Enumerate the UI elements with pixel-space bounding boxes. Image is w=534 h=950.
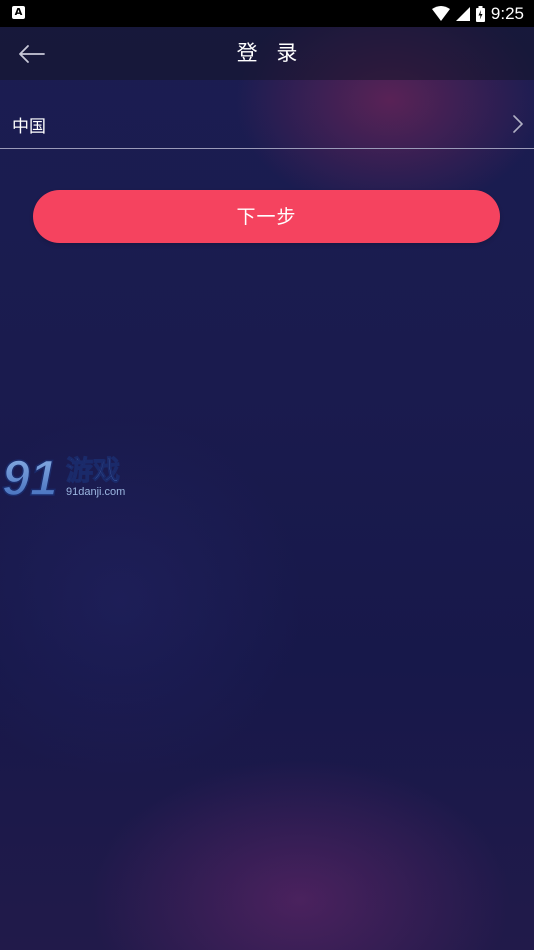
status-time: 9:25 <box>490 3 524 23</box>
svg-text:游戏: 游戏 <box>66 456 120 487</box>
battery-icon <box>475 5 485 22</box>
status-bar: A 9:25 <box>0 0 534 27</box>
svg-text:91: 91 <box>2 450 58 503</box>
chevron-right-icon <box>513 115 523 133</box>
app-notification-icon: A <box>12 6 25 19</box>
login-screen: A 9:25 登 录 中国 下一步 91 游戏 91danji.com <box>0 0 534 950</box>
country-selector[interactable]: 中国 <box>0 102 534 149</box>
next-step-button[interactable]: 下一步 <box>33 190 500 243</box>
page-title: 登 录 <box>236 41 304 65</box>
country-value: 中国 <box>12 117 46 137</box>
wifi-icon <box>431 6 450 21</box>
signal-icon <box>455 7 470 21</box>
title-bar: 登 录 <box>0 27 534 80</box>
watermark-logo: 91 游戏 91danji.com <box>2 449 125 503</box>
status-icons: 9:25 <box>431 0 524 27</box>
svg-text:91danji.com: 91danji.com <box>66 486 125 498</box>
